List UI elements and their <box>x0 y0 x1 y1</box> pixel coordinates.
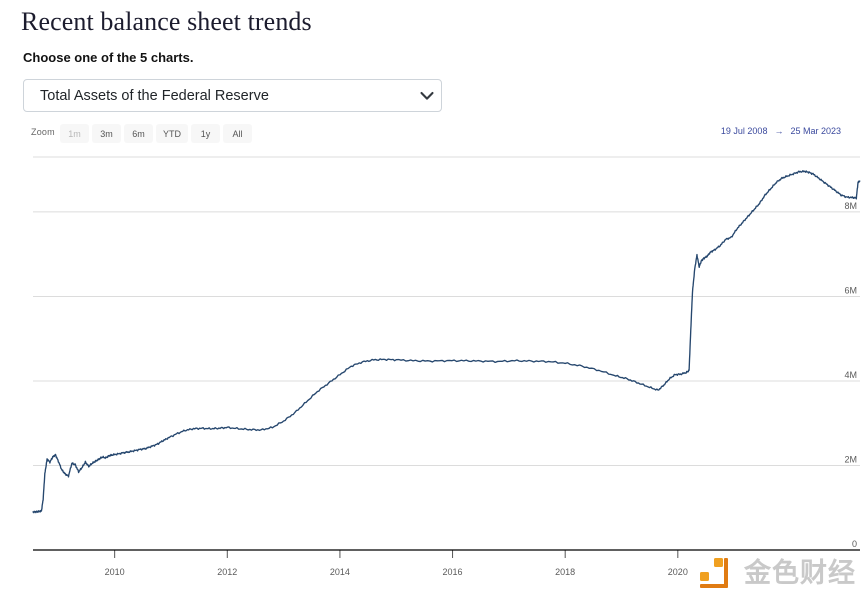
chart-y-axis-labels: 0 2M 4M 6M 8M <box>844 201 857 549</box>
page-subtitle: Choose one of the 5 charts. <box>23 50 194 65</box>
zoom-button-1y[interactable]: 1y <box>191 124 220 143</box>
x-axis-tick-label: 2010 <box>105 567 125 577</box>
zoom-button-all[interactable]: All <box>223 124 252 143</box>
range-selector-bar: Zoom 1m 3m 6m YTD 1y All 19 Jul 2008 → 2… <box>0 124 867 144</box>
x-axis-tick-label: 2014 <box>330 567 350 577</box>
y-axis-tick-label: 6M <box>844 285 857 295</box>
x-axis-tick-label: 2016 <box>443 567 463 577</box>
date-range-to[interactable]: 25 Mar 2023 <box>790 126 841 136</box>
page-title: Recent balance sheet trends <box>21 7 312 36</box>
chart-data-line <box>32 169 861 514</box>
zoom-button-1m[interactable]: 1m <box>60 124 89 143</box>
chart-select[interactable]: Total Assets of the Federal Reserve <box>23 79 442 112</box>
chart-gridlines <box>33 156 860 466</box>
zoom-button-group: 1m 3m 6m YTD 1y All <box>60 124 252 143</box>
fed-balance-sheet-page: Recent balance sheet trends Choose one o… <box>0 0 867 597</box>
x-axis-tick-label: 2012 <box>217 567 237 577</box>
chart-container[interactable]: 0 2M 4M 6M 8M 2010 2012 2014 2016 2018 2020 <box>0 148 867 597</box>
zoom-label: Zoom <box>31 127 55 137</box>
date-range-display: 19 Jul 2008 → 25 Mar 2023 <box>721 126 841 136</box>
y-axis-tick-label: 4M <box>844 370 857 380</box>
chart-select-value: Total Assets of the Federal Reserve <box>40 87 269 104</box>
x-axis-tick-label: 2020 <box>668 567 688 577</box>
date-range-arrow-icon: → <box>774 126 784 136</box>
y-axis-tick-label: 0 <box>852 539 857 549</box>
date-range-from[interactable]: 19 Jul 2008 <box>721 126 768 136</box>
zoom-button-ytd[interactable]: YTD <box>156 124 188 143</box>
zoom-button-3m[interactable]: 3m <box>92 124 121 143</box>
chevron-down-icon <box>413 91 441 101</box>
x-axis-tick-label: 2018 <box>555 567 575 577</box>
chart-x-axis-labels: 2010 2012 2014 2016 2018 2020 <box>105 567 688 577</box>
zoom-button-6m[interactable]: 6m <box>124 124 153 143</box>
line-chart[interactable]: 0 2M 4M 6M 8M 2010 2012 2014 2016 2018 2020 <box>0 148 867 597</box>
y-axis-tick-label: 8M <box>844 201 857 211</box>
y-axis-tick-label: 2M <box>844 454 857 464</box>
chart-x-axis-ticks <box>114 550 679 558</box>
